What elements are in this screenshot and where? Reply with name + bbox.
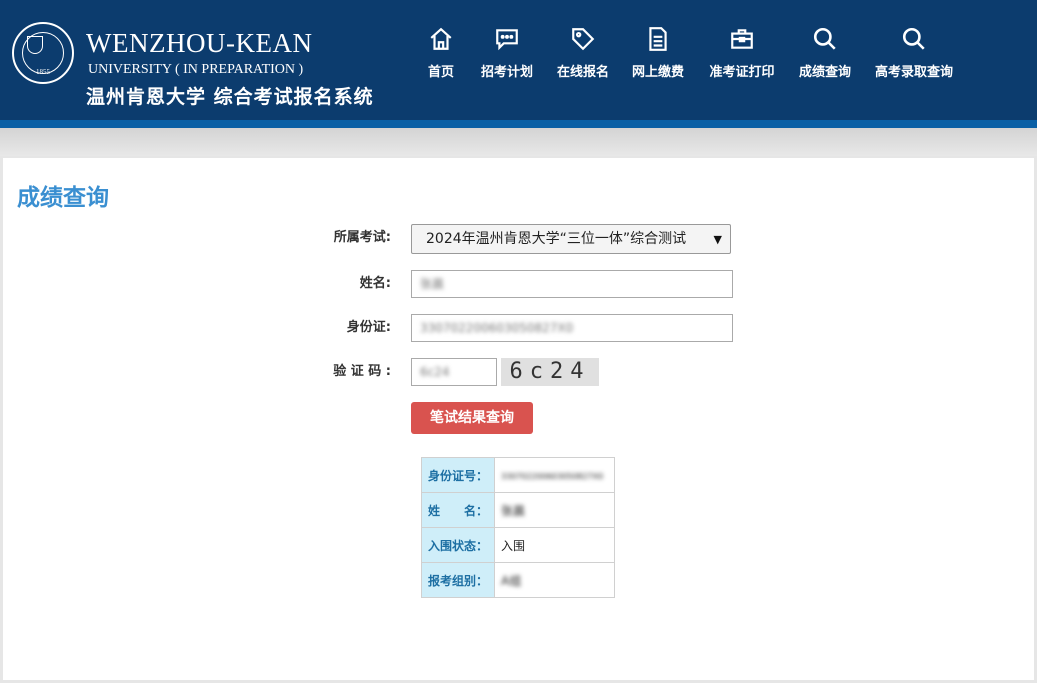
university-seal-logo: 1855 (12, 22, 74, 84)
exam-label: 所属考试: (333, 230, 391, 245)
nav-label: 在线报名 (556, 65, 609, 80)
nav-item-online-payment[interactable]: 网上缴费 (627, 26, 689, 86)
name-input[interactable]: 张晨 (411, 270, 733, 298)
result-value-name: 张晨 (501, 503, 526, 518)
result-table: 身份证号： 330702200603050827X0 姓 名： 张晨 入围状态：… (420, 457, 615, 598)
nav-item-admission-ticket-print[interactable]: 准考证打印 (704, 26, 780, 86)
result-key-status: 入围状态： (420, 527, 496, 563)
search-icon (813, 27, 836, 50)
seal-year: 1855 (36, 68, 50, 76)
result-value-status: 入围 (494, 527, 615, 563)
written-exam-query-button[interactable]: 笔试结果查询 (411, 402, 533, 434)
id-card-input-value: 330702200603050827X0 (420, 321, 574, 335)
briefcase-icon (731, 29, 753, 49)
result-value-group: A组 (501, 573, 522, 588)
logo-chinese-title: 温州肯恩大学 综合考试报名系统 (86, 86, 374, 108)
result-key-group: 报考组别： (420, 562, 496, 598)
home-icon (430, 27, 452, 50)
captcha-input[interactable]: 6c24 (411, 358, 497, 386)
nav-label: 准考证打印 (709, 65, 775, 80)
nav-label: 首页 (427, 65, 454, 80)
logo-english-name: WENZHOU-KEAN (86, 28, 313, 58)
nav-label: 高考录取查询 (874, 65, 953, 80)
page-title: 成绩查询 (17, 185, 109, 211)
nav-item-gaokao-admission-query[interactable]: 高考录取查询 (869, 26, 959, 86)
nav-item-recruitment-plan[interactable]: 招考计划 (476, 26, 538, 86)
table-row: 姓 名： 张晨 (420, 492, 615, 528)
exam-select[interactable]: 2024年温州肯恩大学“三位一体”综合测试 ▼ (411, 224, 731, 254)
document-icon (649, 27, 667, 51)
chevron-down-icon: ▼ (713, 233, 722, 246)
nav-item-home[interactable]: 首页 (424, 26, 458, 86)
tag-icon (572, 28, 595, 51)
result-value-id: 330702200603050827X0 (501, 472, 604, 481)
nav-item-online-registration[interactable]: 在线报名 (552, 26, 614, 86)
table-row: 报考组别： A组 (420, 562, 615, 598)
id-card-input[interactable]: 330702200603050827X0 (411, 314, 733, 342)
nav-label: 网上缴费 (631, 65, 684, 80)
nav-item-score-query[interactable]: 成绩查询 (794, 26, 856, 86)
exam-select-value: 2024年温州肯恩大学“三位一体”综合测试 (426, 231, 687, 247)
logo-english-subtitle: UNIVERSITY ( IN PREPARATION ) (88, 62, 304, 77)
result-key-name: 姓 名： (420, 492, 496, 528)
site-header: 1855 WENZHOU-KEAN UNIVERSITY ( IN PREPAR… (0, 0, 1037, 120)
search-icon (902, 27, 925, 50)
captcha-input-value: 6c24 (420, 365, 450, 379)
nav-label: 成绩查询 (798, 65, 851, 80)
id-card-label: 身份证: (346, 320, 391, 335)
captcha-image[interactable]: 6c24 (501, 358, 599, 386)
name-label: 姓名: (359, 276, 391, 291)
header-accent-stripe (0, 120, 1037, 128)
captcha-label: 验 证 码 : (333, 364, 391, 379)
chat-icon (496, 29, 518, 51)
nav-label: 招考计划 (480, 65, 533, 80)
header-shadow-band (0, 128, 1037, 156)
content-panel: 成绩查询 所属考试: 2024年温州肯恩大学“三位一体”综合测试 ▼ 姓名: 张… (3, 158, 1034, 680)
name-input-value: 张晨 (420, 277, 445, 291)
table-row: 入围状态： 入围 (420, 527, 615, 563)
table-row: 身份证号： 330702200603050827X0 (420, 457, 615, 493)
result-key-id: 身份证号： (420, 457, 496, 493)
